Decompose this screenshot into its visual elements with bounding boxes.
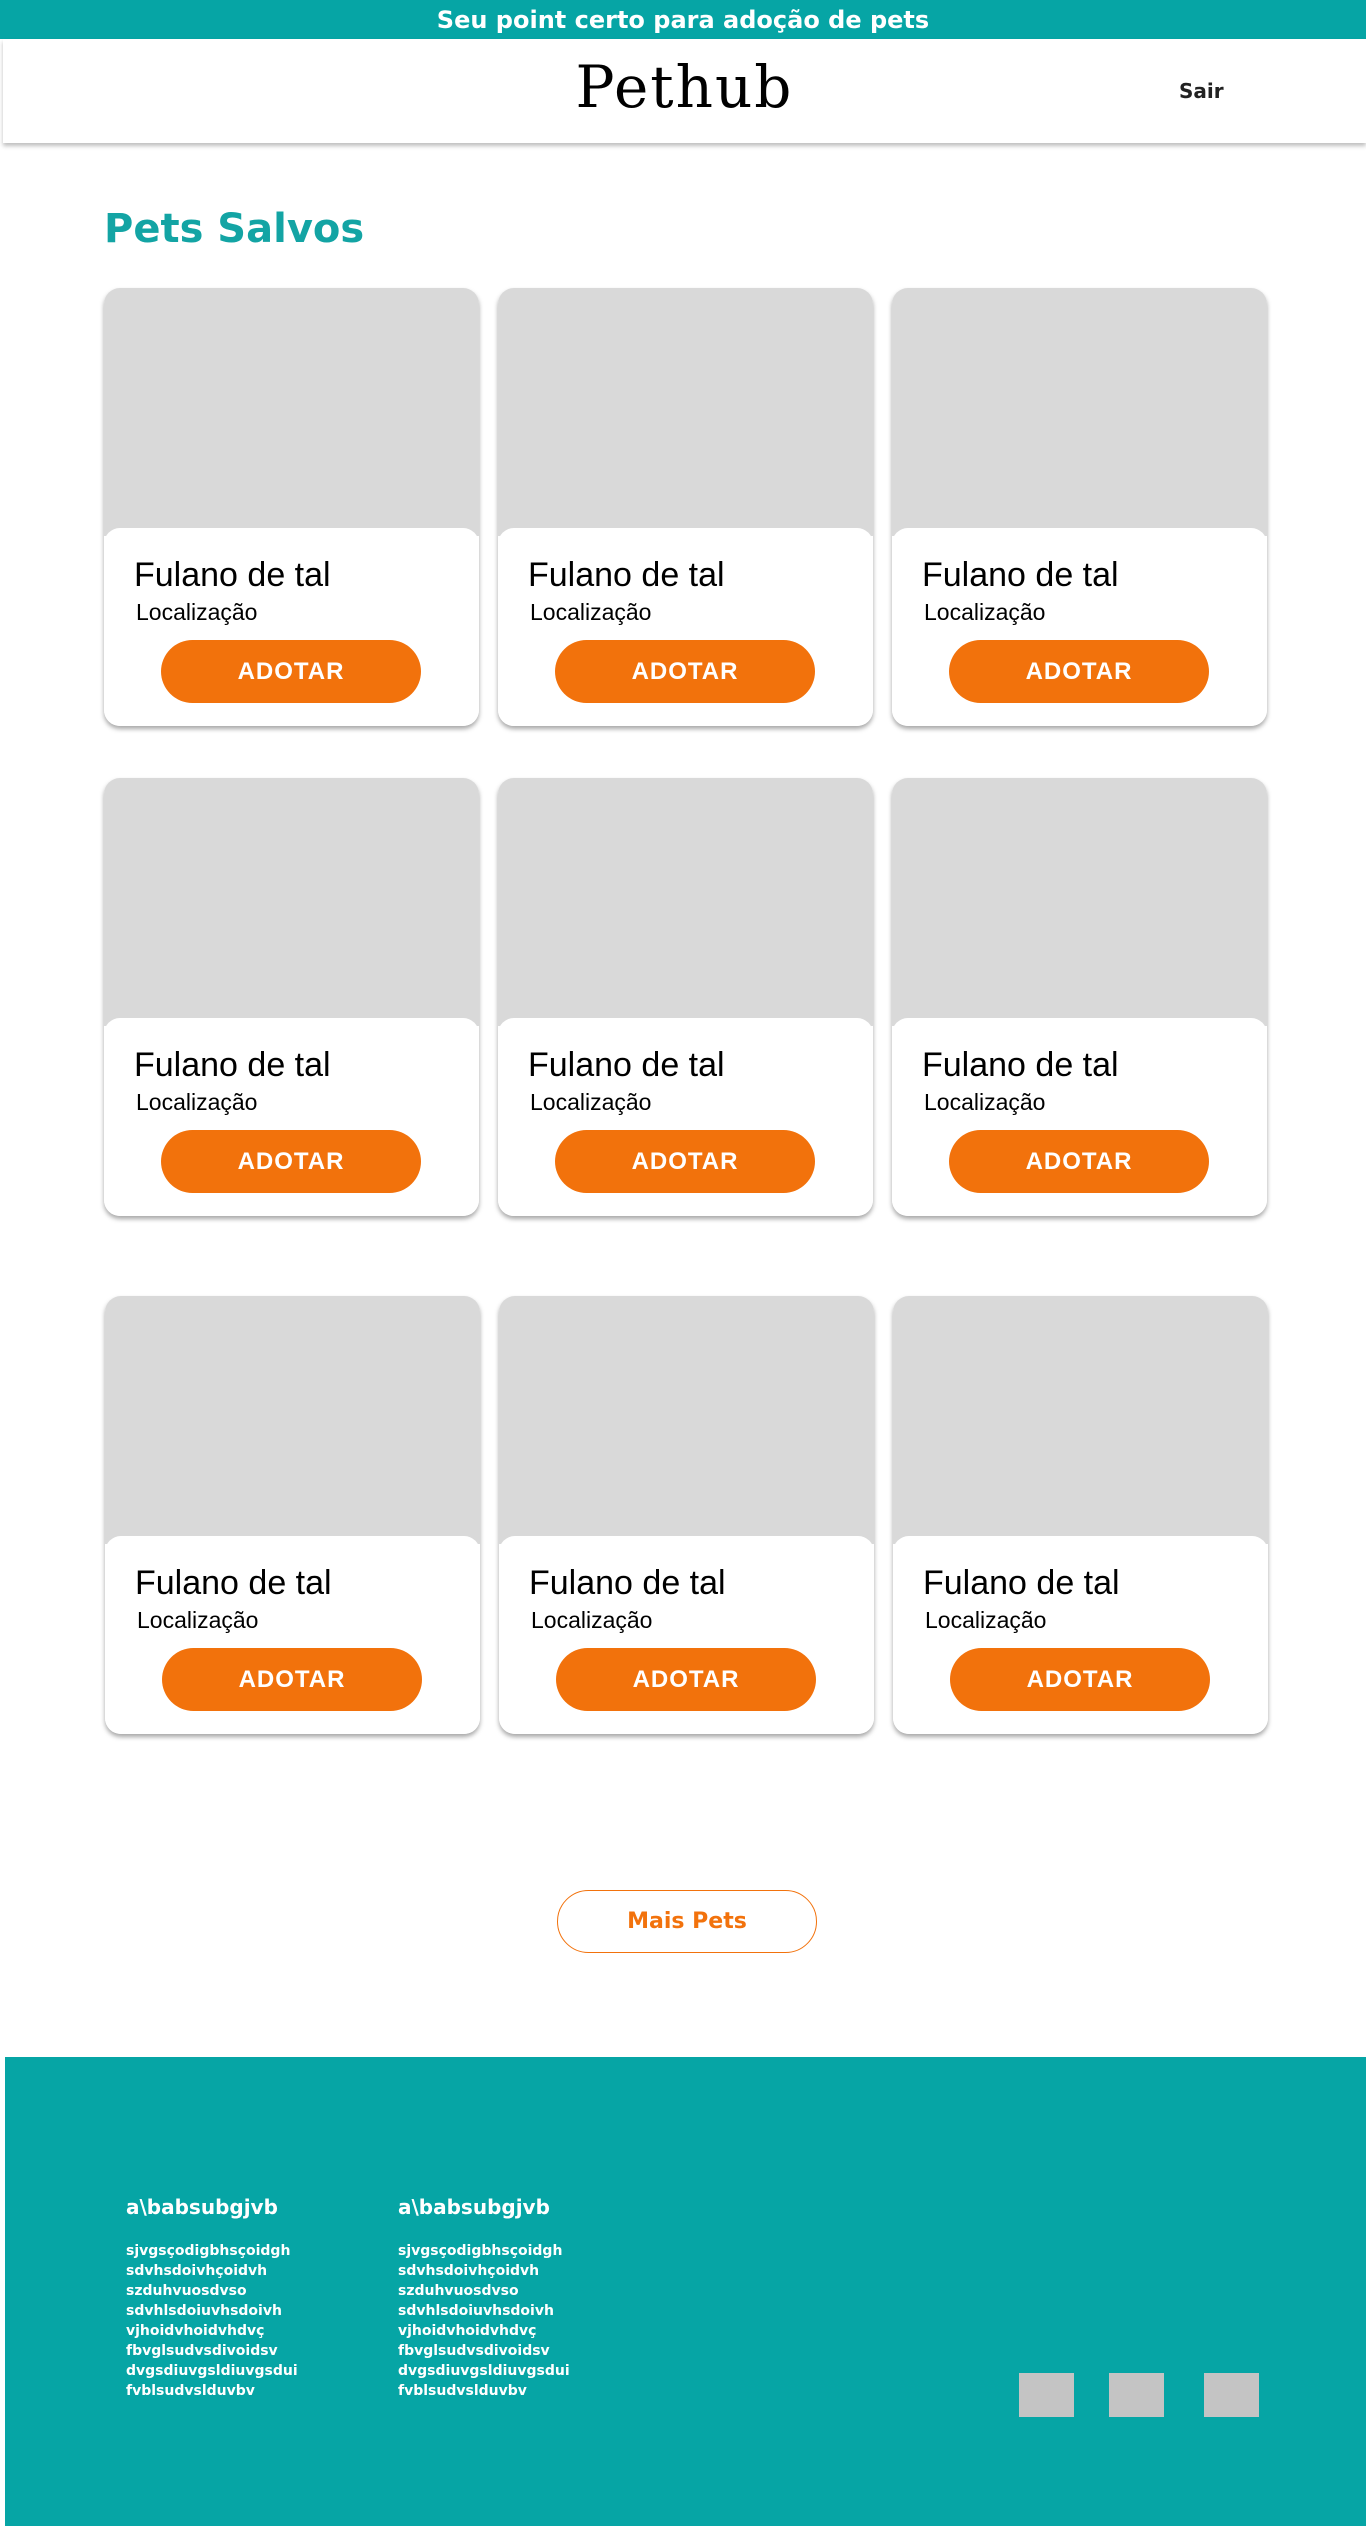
logout-link[interactable]: Sair xyxy=(1179,79,1224,103)
footer-column: a\babsubgjvb sjvgsçodigbhsçoidgh sdvhsdo… xyxy=(398,2195,570,2401)
pet-image-placeholder xyxy=(105,1296,480,1544)
footer-link[interactable]: szduhvuosdvso xyxy=(126,2281,298,2301)
pet-card-body: Fulano de tal Localização ADOTAR xyxy=(498,528,873,726)
adopt-button[interactable]: ADOTAR xyxy=(555,1130,815,1193)
footer-link-list: sjvgsçodigbhsçoidgh sdvhsdoivhçoidvh szd… xyxy=(398,2241,570,2401)
footer-column-title: a\babsubgjvb xyxy=(398,2195,550,2219)
pet-card-body: Fulano de tal Localização ADOTAR xyxy=(892,528,1267,726)
logo[interactable]: Pethub xyxy=(3,53,1366,121)
more-pets-button[interactable]: Mais Pets xyxy=(557,1890,817,1953)
footer-link[interactable]: vjhoidvhoidvhdvç xyxy=(398,2321,570,2341)
pet-card-body: Fulano de tal Localização ADOTAR xyxy=(105,1536,480,1734)
pet-location: Localização xyxy=(137,1607,259,1633)
pet-image-placeholder xyxy=(499,1296,874,1544)
footer-column-title: a\babsubgjvb xyxy=(126,2195,278,2219)
pet-location: Localização xyxy=(924,1089,1046,1115)
pet-card-body: Fulano de tal Localização ADOTAR xyxy=(499,1536,874,1734)
footer-link-list: sjvgsçodigbhsçoidgh sdvhsdoivhçoidvh szd… xyxy=(126,2241,298,2401)
pet-location: Localização xyxy=(924,599,1046,625)
footer-link[interactable]: fvblsudvslduvbv xyxy=(126,2381,298,2401)
adopt-button[interactable]: ADOTAR xyxy=(555,640,815,703)
pet-location: Localização xyxy=(531,1607,653,1633)
social-icon[interactable] xyxy=(1019,2373,1074,2417)
announcement-bar: Seu point certo para adoção de pets xyxy=(0,0,1366,39)
pet-name: Fulano de tal xyxy=(529,1564,726,1602)
pet-location: Localização xyxy=(530,599,652,625)
pet-card: Fulano de tal Localização ADOTAR xyxy=(498,288,873,726)
pet-card-body: Fulano de tal Localização ADOTAR xyxy=(104,528,479,726)
footer-link[interactable]: szduhvuosdvso xyxy=(398,2281,570,2301)
adopt-button[interactable]: ADOTAR xyxy=(161,1130,421,1193)
pet-card: Fulano de tal Localização ADOTAR xyxy=(104,778,479,1216)
pet-card: Fulano de tal Localização ADOTAR xyxy=(893,1296,1268,1734)
footer-link[interactable]: sjvgsçodigbhsçoidgh xyxy=(398,2241,570,2261)
pet-location: Localização xyxy=(136,1089,258,1115)
pet-card-body: Fulano de tal Localização ADOTAR xyxy=(893,1536,1268,1734)
adopt-button[interactable]: ADOTAR xyxy=(950,1648,1210,1711)
announcement-text: Seu point certo para adoção de pets xyxy=(436,5,930,34)
pet-image-placeholder xyxy=(104,778,479,1026)
pet-location: Localização xyxy=(925,1607,1047,1633)
pet-name: Fulano de tal xyxy=(134,556,331,594)
footer-link[interactable]: sjvgsçodigbhsçoidgh xyxy=(126,2241,298,2261)
footer-link[interactable]: fvblsudvslduvbv xyxy=(398,2381,570,2401)
pet-card: Fulano de tal Localização ADOTAR xyxy=(498,778,873,1216)
pet-name: Fulano de tal xyxy=(528,1046,725,1084)
pet-name: Fulano de tal xyxy=(528,556,725,594)
footer-link[interactable]: sdvhsdoivhçoidvh xyxy=(398,2261,570,2281)
footer-link[interactable]: fbvglsudvsdivoidsv xyxy=(126,2341,298,2361)
site-header: Pethub Sair xyxy=(3,39,1366,143)
social-icon[interactable] xyxy=(1204,2373,1259,2417)
adopt-button[interactable]: ADOTAR xyxy=(556,1648,816,1711)
adopt-button[interactable]: ADOTAR xyxy=(162,1648,422,1711)
footer-link[interactable]: sdvhlsdoiuvhsdoivh xyxy=(126,2301,298,2321)
pet-location: Localização xyxy=(136,599,258,625)
adopt-button[interactable]: ADOTAR xyxy=(949,1130,1209,1193)
footer-link[interactable]: dvgsdiuvgsldiuvgsdui xyxy=(398,2361,570,2381)
pet-image-placeholder xyxy=(892,288,1267,536)
pet-card: Fulano de tal Localização ADOTAR xyxy=(892,288,1267,726)
pet-name: Fulano de tal xyxy=(135,1564,332,1602)
pet-card: Fulano de tal Localização ADOTAR xyxy=(104,288,479,726)
footer-link[interactable]: fbvglsudvsdivoidsv xyxy=(398,2341,570,2361)
pet-image-placeholder xyxy=(104,288,479,536)
pet-name: Fulano de tal xyxy=(923,1564,1120,1602)
pet-card: Fulano de tal Localização ADOTAR xyxy=(892,778,1267,1216)
page-title: Pets Salvos xyxy=(104,206,365,252)
social-icon[interactable] xyxy=(1109,2373,1164,2417)
pet-card-body: Fulano de tal Localização ADOTAR xyxy=(104,1018,479,1216)
pet-card-body: Fulano de tal Localização ADOTAR xyxy=(892,1018,1267,1216)
footer-link[interactable]: sdvhsdoivhçoidvh xyxy=(126,2261,298,2281)
pet-image-placeholder xyxy=(893,1296,1268,1544)
footer-link[interactable]: dvgsdiuvgsldiuvgsdui xyxy=(126,2361,298,2381)
pet-name: Fulano de tal xyxy=(922,556,1119,594)
pet-card: Fulano de tal Localização ADOTAR xyxy=(499,1296,874,1734)
pet-card: Fulano de tal Localização ADOTAR xyxy=(105,1296,480,1734)
pet-name: Fulano de tal xyxy=(134,1046,331,1084)
footer-link[interactable]: sdvhlsdoiuvhsdoivh xyxy=(398,2301,570,2321)
site-footer: a\babsubgjvb sjvgsçodigbhsçoidgh sdvhsdo… xyxy=(5,2057,1366,2526)
pet-image-placeholder xyxy=(498,288,873,536)
pet-name: Fulano de tal xyxy=(922,1046,1119,1084)
adopt-button[interactable]: ADOTAR xyxy=(949,640,1209,703)
adopt-button[interactable]: ADOTAR xyxy=(161,640,421,703)
pet-image-placeholder xyxy=(498,778,873,1026)
footer-link[interactable]: vjhoidvhoidvhdvç xyxy=(126,2321,298,2341)
pet-image-placeholder xyxy=(892,778,1267,1026)
pet-location: Localização xyxy=(530,1089,652,1115)
pet-card-body: Fulano de tal Localização ADOTAR xyxy=(498,1018,873,1216)
footer-column: a\babsubgjvb sjvgsçodigbhsçoidgh sdvhsdo… xyxy=(126,2195,298,2401)
